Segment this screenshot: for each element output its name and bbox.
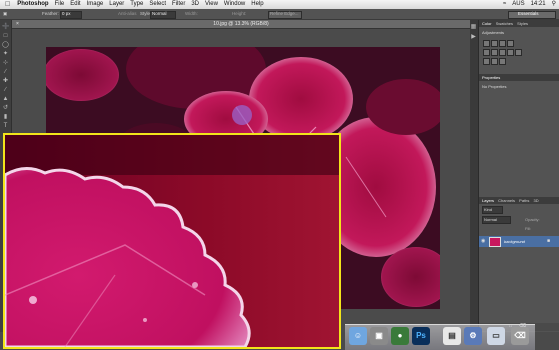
kind-select[interactable]: Kind <box>482 206 503 214</box>
zoomed-leaf-image <box>5 135 339 347</box>
exposure-icon[interactable] <box>507 40 514 47</box>
menu-image[interactable]: Image <box>84 0 107 9</box>
crop-tool-icon[interactable]: ⊹ <box>2 60 9 67</box>
posterize-icon[interactable] <box>491 58 498 65</box>
no-properties-label: No Properties <box>482 84 507 89</box>
menu-type[interactable]: Type <box>127 0 146 9</box>
tab-3d[interactable]: 3D <box>534 198 539 203</box>
hue-saturation-icon[interactable] <box>491 49 498 56</box>
eyedropper-tool-icon[interactable]: ∕ <box>2 69 9 76</box>
style-value: Normal <box>152 11 167 16</box>
right-panels: Color Swatches Styles Adjustments Proper… <box>479 20 559 332</box>
lock-row: Fill: <box>479 225 559 232</box>
quick-select-tool-icon[interactable]: ✦ <box>2 51 9 58</box>
camera-icon[interactable]: ● <box>391 327 409 345</box>
layer-name: background <box>504 239 525 244</box>
adjustments-header: Adjustments <box>479 30 559 35</box>
move-tool-icon[interactable]: ➕ <box>2 24 9 31</box>
tab-swatches[interactable]: Swatches <box>496 21 513 26</box>
options-bar: ▣ Feather: 0 px Anti-alias Style: Normal… <box>0 9 559 20</box>
document-tab[interactable]: × 10.jpg @ 13.3% (RGB/8) <box>12 20 470 29</box>
menu-layer[interactable]: Layer <box>106 0 127 9</box>
battery-status[interactable]: AUS <box>509 0 527 9</box>
document-title: 10.jpg @ 13.3% (RGB/8) <box>213 21 269 27</box>
layers-panel-tabs: Layers Channels Paths 3D <box>479 197 559 204</box>
layer-filter-row: Kind <box>479 206 559 214</box>
tab-color[interactable]: Color <box>482 21 492 26</box>
settings-icon[interactable]: ⚙ <box>464 327 482 345</box>
height-label: Height: <box>232 11 247 16</box>
menu-edit[interactable]: Edit <box>67 0 83 9</box>
menu-bar:  Photoshop File Edit Image Layer Type S… <box>0 0 559 9</box>
dock: ☺ ▣ ● Ps ▤ ⚙ ▭ ⌫ <box>345 324 535 350</box>
folder-icon[interactable]: ▭ <box>487 327 505 345</box>
photoshop-icon[interactable]: Ps <box>412 327 430 345</box>
lock-icon: ■ <box>547 238 551 244</box>
preview-icon[interactable]: ▣ <box>370 327 388 345</box>
adjustment-icons <box>479 40 559 70</box>
lasso-tool-icon[interactable]: ◯ <box>2 42 9 49</box>
opacity-label: Opacity: <box>525 217 540 222</box>
visibility-eye-icon[interactable]: ◉ <box>481 238 485 244</box>
curves-icon[interactable] <box>499 40 506 47</box>
menu-help[interactable]: Help <box>248 0 266 9</box>
finder-icon[interactable]: ☺ <box>349 327 367 345</box>
layer-thumbnail <box>489 237 501 247</box>
wifi-icon[interactable]: ≈ <box>500 0 509 9</box>
width-label: Width: <box>185 11 198 16</box>
spotlight-icon[interactable]: ⚲ <box>549 0 559 9</box>
history-brush-tool-icon[interactable]: ↺ <box>2 105 9 112</box>
menu-view[interactable]: View <box>202 0 221 9</box>
menu-select[interactable]: Select <box>146 0 169 9</box>
blend-row: Normal Opacity: <box>479 216 559 224</box>
color-balance-icon[interactable] <box>499 49 506 56</box>
document-icon[interactable]: ▤ <box>443 327 461 345</box>
marquee-tool-icon[interactable]: ▣ <box>3 9 7 19</box>
invert-icon[interactable] <box>483 58 490 65</box>
antialias-label[interactable]: Anti-alias <box>118 9 137 19</box>
history-panel-icon[interactable]: ▦ <box>470 24 477 31</box>
no-properties-text: No Properties <box>479 84 559 89</box>
black-white-icon[interactable] <box>507 49 514 56</box>
zoom-callout <box>3 133 341 349</box>
actions-panel-icon[interactable]: ▶ <box>470 34 477 41</box>
eraser-tool-icon[interactable]: ▮ <box>2 114 9 121</box>
tab-channels[interactable]: Channels <box>498 198 515 203</box>
vibrance-icon[interactable] <box>483 49 490 56</box>
brightness-icon[interactable] <box>483 40 490 47</box>
healing-tool-icon[interactable]: ✚ <box>2 78 9 85</box>
menu-filter[interactable]: Filter <box>169 0 188 9</box>
levels-icon[interactable] <box>491 40 498 47</box>
menu-3d[interactable]: 3D <box>188 0 202 9</box>
type-tool-icon[interactable]: T <box>2 123 9 130</box>
apple-icon[interactable]:  <box>0 0 14 9</box>
layer-row-background[interactable]: ◉ background ■ <box>479 236 559 247</box>
feather-value: 0 px <box>62 11 71 16</box>
trash-icon[interactable]: ⌫ <box>511 327 529 345</box>
refine-edge-label: Refine Edge... <box>270 11 299 16</box>
color-panel-tabs: Color Swatches Styles <box>479 20 559 27</box>
tab-styles[interactable]: Styles <box>517 21 528 26</box>
clock[interactable]: 14:21 <box>528 0 549 9</box>
menu-app-name[interactable]: Photoshop <box>14 0 51 9</box>
photo-filter-icon[interactable] <box>515 49 522 56</box>
menu-window[interactable]: Window <box>221 0 248 9</box>
close-tab-icon[interactable]: × <box>16 20 19 28</box>
threshold-icon[interactable] <box>499 58 506 65</box>
fill-label: Fill: <box>525 226 532 231</box>
panel-icon-strip: ▦ ▶ <box>470 20 479 332</box>
blend-mode-select[interactable]: Normal <box>482 216 511 224</box>
feather-label: Feather: <box>42 11 59 16</box>
workspace-value: Essentials <box>518 11 539 16</box>
tab-layers[interactable]: Layers <box>482 198 494 203</box>
status-area: ≈ AUS 14:21 ⚲ <box>500 0 559 9</box>
stamp-tool-icon[interactable]: ▲ <box>2 96 9 103</box>
marquee-tool-icon[interactable]: □ <box>2 33 9 40</box>
menu-file[interactable]: File <box>52 0 68 9</box>
tab-paths[interactable]: Paths <box>519 198 529 203</box>
brush-tool-icon[interactable]: ∕ <box>2 87 9 94</box>
adjustments-label: Adjustments <box>482 30 505 35</box>
tab-properties[interactable]: Properties <box>482 75 500 80</box>
properties-panel-tab: Properties <box>479 74 559 81</box>
